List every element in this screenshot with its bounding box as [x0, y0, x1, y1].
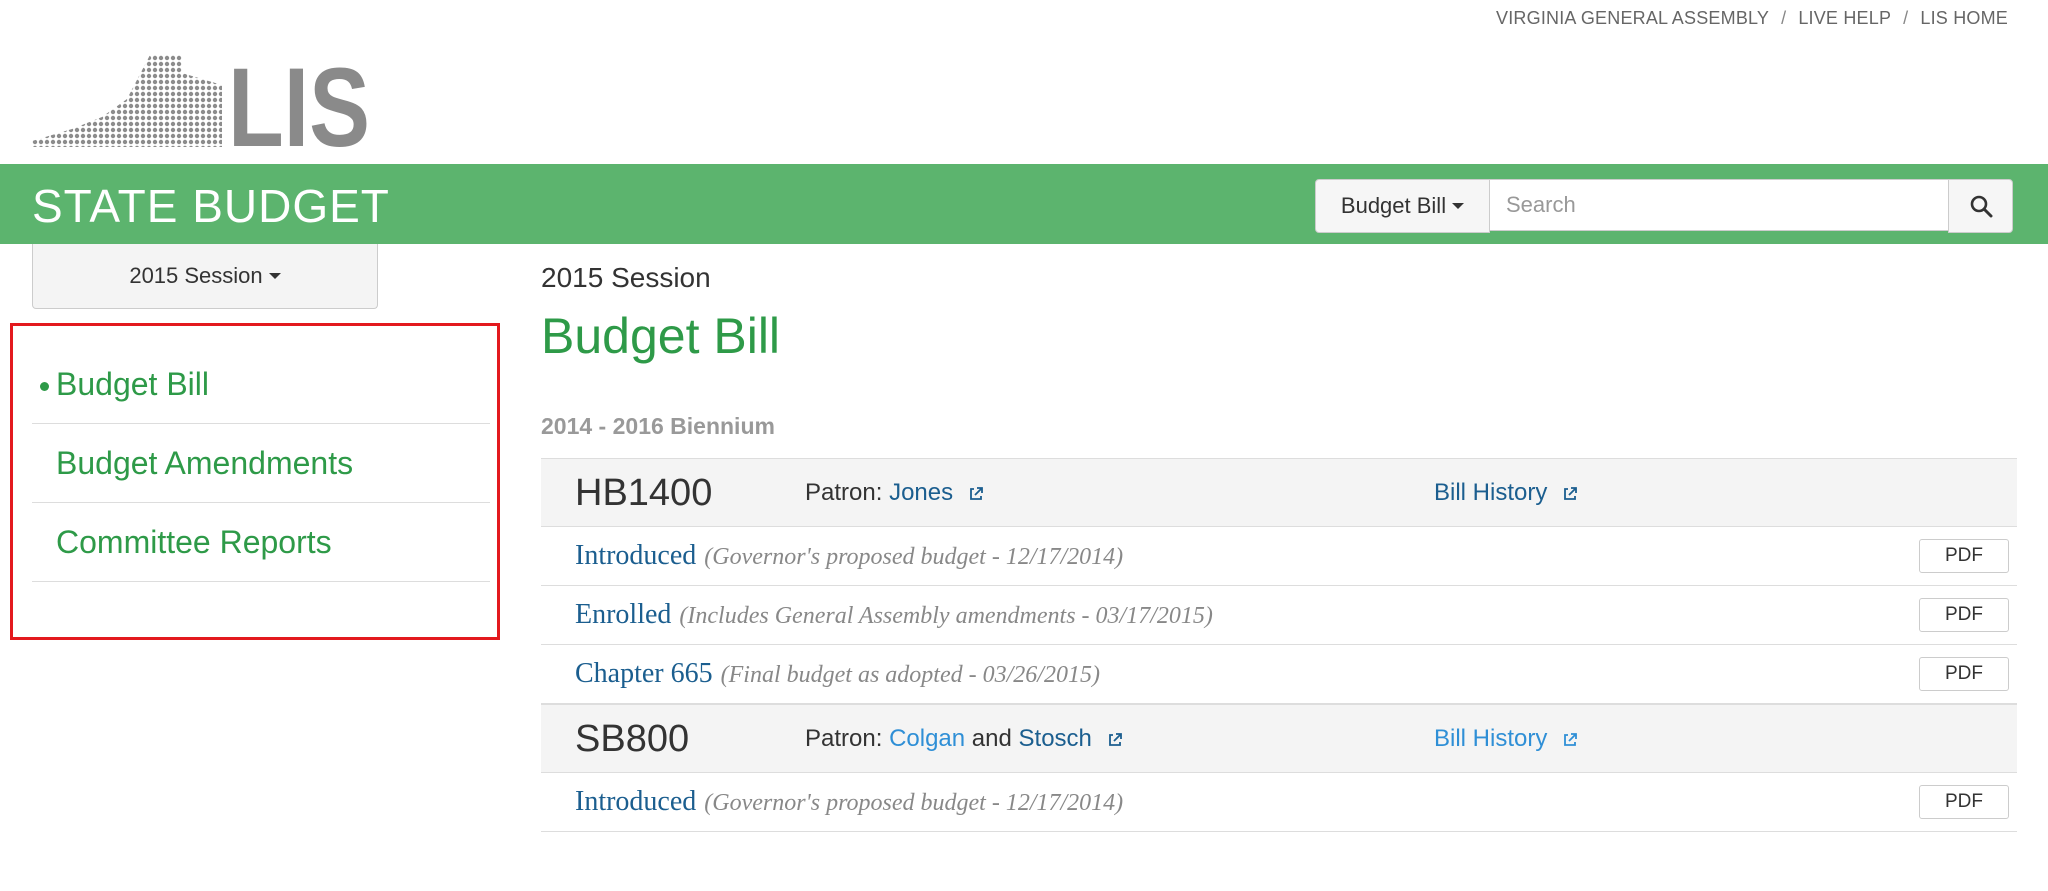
version-description: (Governor's proposed budget - 12/17/2014… [704, 790, 1124, 816]
bill-version-row: Introduced (Governor's proposed budget - … [541, 527, 2017, 586]
search-icon [1970, 195, 1992, 218]
lis-logo[interactable]: LIS [32, 45, 372, 170]
bill-version-row: Introduced (Governor's proposed budget - … [541, 773, 2017, 832]
search-input[interactable] [1490, 179, 1948, 231]
version-name: Chapter 665 [575, 658, 713, 689]
page-section-title: STATE BUDGET [32, 180, 390, 232]
search-group: Budget Bill [1315, 179, 2013, 233]
version-link-introduced[interactable]: Introduced (Governor's proposed budget - … [575, 540, 1123, 572]
patron-link-stosch[interactable]: Stosch [1019, 725, 1092, 752]
active-bullet-icon [40, 382, 49, 391]
search-type-label: Budget Bill [1340, 193, 1447, 218]
external-link-icon [969, 486, 983, 500]
sidebar-nav: Budget Bill Budget Amendments Committee … [32, 345, 490, 582]
bill-row-sb800: SB800 Patron: Colgan and Stosch Bill His… [541, 704, 2017, 773]
session-dropdown-label: 2015 Session [129, 263, 263, 288]
bill-version-row: Chapter 665 (Final budget as adopted - 03… [541, 645, 2017, 704]
bill-version-row: Enrolled (Includes General Assembly amend… [541, 586, 2017, 645]
patron-link-colgan[interactable]: Colgan [889, 725, 965, 752]
page-title: Budget Bill [541, 308, 781, 364]
bill-history-link[interactable]: Bill History [1434, 725, 1578, 753]
version-name: Introduced [575, 540, 697, 571]
patron-info: Patron: Colgan and Stosch [805, 725, 1123, 753]
sidebar-item-committee-reports[interactable]: Committee Reports [32, 503, 490, 582]
link-live-help[interactable]: LIVE HELP [1798, 8, 1891, 28]
link-lis-home[interactable]: LIS HOME [1920, 8, 2008, 28]
bill-row-hb1400: HB1400 Patron: Jones Bill History [541, 458, 2017, 527]
header-bar: STATE BUDGET Budget Bill [0, 164, 2048, 244]
version-description: (Governor's proposed budget - 12/17/2014… [704, 544, 1124, 570]
pdf-button[interactable]: PDF [1919, 539, 2009, 573]
external-link-icon [1564, 486, 1577, 500]
search-type-dropdown[interactable]: Budget Bill [1315, 179, 1490, 233]
virginia-dots-logo-icon: LIS [32, 45, 370, 170]
version-description: (Final budget as adopted - 03/26/2015) [720, 662, 1100, 688]
version-name: Introduced [575, 786, 697, 817]
patron-info: Patron: Jones [805, 479, 984, 507]
version-name: Enrolled [575, 599, 672, 630]
session-dropdown[interactable]: 2015 Session [32, 244, 378, 309]
bill-history-link[interactable]: Bill History [1434, 479, 1578, 507]
sidebar-item-label: Budget Bill [56, 365, 209, 402]
patron-label: Patron: [805, 479, 883, 506]
separator: / [1903, 8, 1909, 28]
session-heading: 2015 Session [541, 262, 711, 293]
bill-history-label: Bill History [1434, 725, 1548, 752]
sidebar-item-label: Budget Amendments [56, 444, 354, 481]
bill-number: HB1400 [575, 472, 713, 514]
external-link-icon [1108, 732, 1122, 746]
top-utility-links: VIRGINIA GENERAL ASSEMBLY / LIVE HELP / LIS … [1496, 8, 2008, 29]
caret-down-icon [268, 273, 281, 279]
caret-down-icon [1452, 203, 1465, 209]
sidebar-item-budget-bill[interactable]: Budget Bill [32, 345, 490, 424]
search-button[interactable] [1948, 179, 2013, 233]
bill-number: SB800 [575, 718, 690, 760]
version-link-introduced[interactable]: Introduced (Governor's proposed budget - … [575, 786, 1123, 818]
version-description: (Includes General Assembly amendments - … [679, 603, 1213, 629]
pdf-button[interactable]: PDF [1919, 598, 2009, 632]
pdf-button[interactable]: PDF [1919, 785, 2009, 819]
sidebar-item-label: Committee Reports [56, 523, 332, 560]
version-link-chapter-665[interactable]: Chapter 665 (Final budget as adopted - 03… [575, 658, 1100, 690]
svg-text:LIS: LIS [228, 55, 370, 148]
version-link-enrolled[interactable]: Enrolled (Includes General Assembly amend… [575, 599, 1213, 631]
separator: / [1781, 8, 1787, 28]
biennium-heading: 2014 - 2016 Biennium [541, 413, 775, 439]
patron-link-jones[interactable]: Jones [889, 479, 953, 506]
patron-and: and [971, 725, 1012, 752]
sidebar-item-budget-amendments[interactable]: Budget Amendments [32, 424, 490, 503]
external-link-icon [1564, 732, 1577, 746]
link-virginia-general-assembly[interactable]: VIRGINIA GENERAL ASSEMBLY [1496, 8, 1769, 28]
pdf-button[interactable]: PDF [1919, 657, 2009, 691]
bills-table: HB1400 Patron: Jones Bill History Introd… [541, 458, 2017, 832]
patron-label: Patron: [805, 725, 883, 752]
bill-history-label: Bill History [1434, 479, 1548, 506]
